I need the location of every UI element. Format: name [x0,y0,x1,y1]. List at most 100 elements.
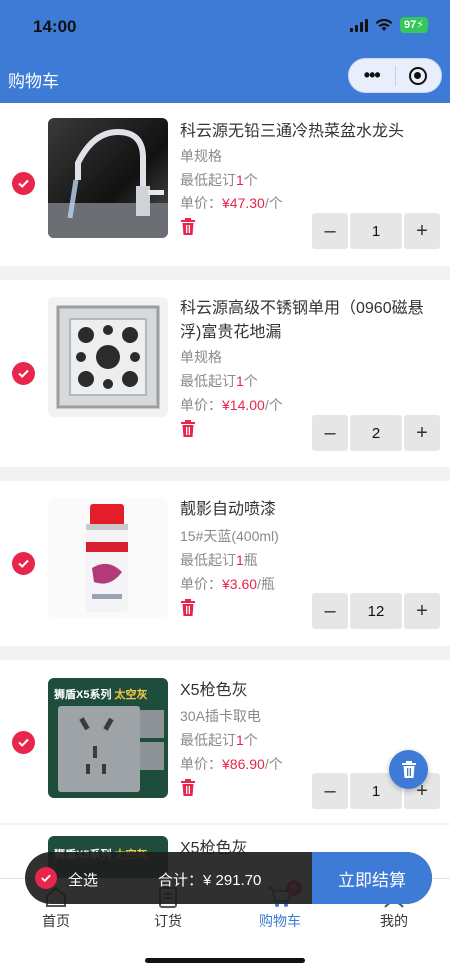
min-order: 最低起订1个 [180,170,258,190]
delete-icon[interactable] [180,599,196,617]
increase-button[interactable]: + [404,213,440,249]
checkout-bar: 全选 合计：¥ 291.70 立即结算 [25,852,432,904]
faucet-image [48,128,168,238]
quantity-value[interactable]: 12 [350,593,402,629]
signal-icon [350,18,369,32]
battery-level: 97 [404,19,417,31]
min-order-qty: 1 [236,732,244,748]
min-order-unit: 个 [243,732,258,748]
socket-panel-image [58,706,164,792]
item-checkbox[interactable] [12,172,35,195]
delete-icon[interactable] [180,218,196,236]
check-icon [18,369,29,378]
check-icon [18,179,29,188]
product-spec: 15#天蓝(400ml) [180,528,279,544]
cart-item: 狮盾X5系列 太空灰 X5枪色灰 30A插卡取电 最低起订1个 单价：¥86.9… [0,660,450,823]
product-image[interactable] [48,118,168,238]
min-order-label: 最低起订 [180,373,236,389]
quantity-value[interactable]: 1 [350,213,402,249]
home-indicator [145,958,305,963]
product-image[interactable] [48,498,168,618]
price-label: 单价： [180,576,222,592]
status-time: 14:00 [33,17,77,36]
check-icon [18,738,29,747]
price-unit: /瓶 [257,576,275,592]
target-icon [409,66,428,85]
product-name: 科云源无铅三通冷热菜盆水龙头 [180,123,405,140]
increase-button[interactable]: + [404,593,440,629]
cart-item: 科云源无铅三通冷热菜盆水龙头 单规格 最低起订1个 单价：¥47.30/个 – … [0,103,450,266]
increase-button[interactable]: + [404,415,440,451]
price-value: ¥86.90 [222,756,265,772]
min-order: 最低起订1瓶 [180,550,258,570]
item-checkbox[interactable] [12,731,35,754]
check-icon [41,874,51,883]
unit-price: 单价：¥86.90/个 [180,754,283,774]
spray-paint-image [86,504,128,612]
delete-icon[interactable] [180,420,196,438]
price-value: ¥47.30 [222,195,265,211]
total-amount: 合计：¥ 291.70 [158,869,261,890]
min-order-label: 最低起订 [180,172,236,188]
status-icons: 97⚡ [350,17,428,33]
price-label: 单价： [180,397,222,413]
total-value: ¥ 291.70 [203,872,262,889]
price-label: 单价： [180,195,222,211]
price-value: ¥3.60 [222,576,258,592]
product-name: 科云源高级不锈钢单用（0960磁悬浮)富贵花地漏 [180,300,424,341]
min-order: 最低起订1个 [180,730,258,750]
product-spec: 30A插卡取电 [180,708,261,724]
check-icon [18,559,29,568]
decrease-button[interactable]: – [312,773,348,809]
cart-item: 靓影自动喷漆 15#天蓝(400ml) 最低起订1瓶 单价：¥3.60/瓶 – … [0,481,450,646]
checkout-button[interactable]: 立即结算 [312,852,432,904]
product-image[interactable]: 狮盾X5系列 太空灰 [48,678,168,798]
select-all-label[interactable]: 全选 [68,869,98,890]
decrease-button[interactable]: – [312,415,348,451]
min-order-label: 最低起订 [180,552,236,568]
close-miniprogram-button[interactable] [395,66,441,85]
price-unit: /个 [264,195,283,211]
decrease-button[interactable]: – [312,213,348,249]
quantity-stepper: – 2 + [312,415,440,451]
delete-icon[interactable] [180,779,196,797]
total-label: 合计： [158,872,204,889]
tab-label: 购物车 [259,913,301,929]
min-order-label: 最低起订 [180,732,236,748]
price-value: ¥14.00 [222,397,265,413]
price-unit: /个 [264,397,283,413]
charging-icon: ⚡ [416,19,424,31]
item-checkbox[interactable] [12,362,35,385]
product-name: X5枪色灰 [180,682,248,699]
batch-delete-button[interactable] [389,750,428,789]
product-spec: 单规格 [180,349,222,365]
unit-price: 单价：¥3.60/瓶 [180,574,275,594]
unit-price: 单价：¥14.00/个 [180,395,283,415]
product-image[interactable] [48,297,168,417]
price-unit: /个 [264,756,283,772]
quantity-stepper: – 1 + [312,213,440,249]
battery-indicator: 97⚡ [400,17,428,33]
min-order-unit: 个 [243,373,258,389]
trash-icon [401,760,416,778]
min-order-qty: 1 [236,172,244,188]
min-order: 最低起订1个 [180,371,258,391]
select-all-checkbox[interactable] [35,867,57,889]
tab-label: 订货 [154,913,182,929]
tab-label: 我的 [380,913,408,929]
top-bar: 14:00 97⚡ 购物车 ••• [0,0,450,103]
miniprogram-capsule: ••• [348,58,442,93]
floor-drain-image [56,305,160,409]
wifi-icon [375,18,393,31]
item-checkbox[interactable] [12,552,35,575]
decrease-button[interactable]: – [312,593,348,629]
quantity-stepper: – 12 + [312,593,440,629]
page-title: 购物车 [8,72,59,91]
min-order-qty: 1 [236,552,244,568]
quantity-value[interactable]: 2 [350,415,402,451]
product-spec: 单规格 [180,148,222,164]
min-order-qty: 1 [236,373,244,389]
price-label: 单价： [180,756,222,772]
more-icon[interactable]: ••• [349,65,395,86]
tab-label: 首页 [42,913,70,929]
